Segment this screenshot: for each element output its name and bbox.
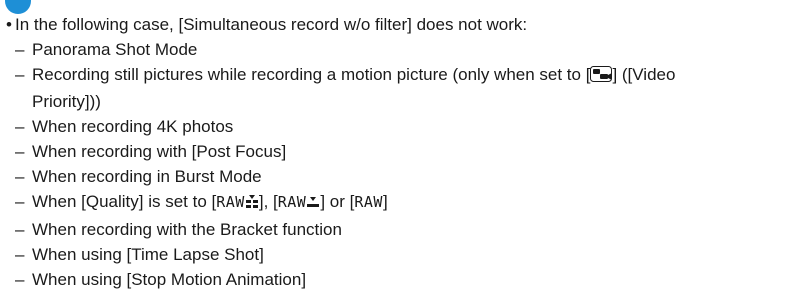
list-item: – When recording 4K photos bbox=[0, 114, 797, 139]
raw-fine-chip: RAW bbox=[216, 193, 259, 211]
list-item-text: When recording in Burst Mode bbox=[32, 167, 262, 186]
list-item-text: ], [ bbox=[258, 192, 278, 211]
note-lead: • In the following case, [Simultaneous re… bbox=[0, 12, 797, 37]
dash: – bbox=[15, 40, 25, 59]
list-item-text: ] bbox=[382, 192, 388, 211]
raw-fine-icon bbox=[245, 192, 259, 217]
raw-label: RAW bbox=[277, 193, 307, 211]
list-item: – Recording still pictures while recordi… bbox=[0, 62, 797, 114]
list-item-text: ] or [ bbox=[320, 192, 355, 211]
list-item: – Panorama Shot Mode bbox=[0, 37, 797, 62]
note-content: • In the following case, [Simultaneous re… bbox=[0, 12, 797, 292]
raw-standard-icon bbox=[306, 192, 320, 217]
lead-text: In the following case, [Simultaneous rec… bbox=[15, 15, 528, 34]
dash: – bbox=[15, 117, 25, 136]
dash: – bbox=[15, 65, 25, 84]
list-item-text: When recording with the Bracket function bbox=[32, 220, 342, 239]
dash: – bbox=[15, 142, 25, 161]
dash: – bbox=[15, 245, 25, 264]
list-item-text: When using [Stop Motion Animation] bbox=[32, 270, 307, 289]
list-item-text: When [Quality] is set to [ bbox=[32, 192, 217, 211]
video-priority-icon bbox=[590, 64, 613, 89]
list-item-text: When recording 4K photos bbox=[32, 117, 234, 136]
raw-standard-chip: RAW bbox=[278, 193, 321, 211]
list-item: – When using [Stop Motion Animation] bbox=[0, 267, 797, 292]
bullet: • bbox=[6, 15, 12, 34]
list-item-text: ] ([Video bbox=[612, 65, 676, 84]
raw-label: RAW bbox=[216, 193, 245, 211]
exception-list: – Panorama Shot Mode – Recording still p… bbox=[0, 37, 797, 292]
dash: – bbox=[15, 220, 25, 239]
dash: – bbox=[15, 270, 25, 289]
list-item-text: Priority])) bbox=[32, 92, 101, 111]
list-item: – When recording in Burst Mode bbox=[0, 164, 797, 189]
dash: – bbox=[15, 192, 25, 211]
list-item: – When recording with [Post Focus] bbox=[0, 139, 797, 164]
list-item: – When recording with the Bracket functi… bbox=[0, 217, 797, 242]
list-item: – When using [Time Lapse Shot] bbox=[0, 242, 797, 267]
dash: – bbox=[15, 167, 25, 186]
list-item-text: When using [Time Lapse Shot] bbox=[32, 245, 264, 264]
list-item: – When [Quality] is set to [RAW], [RAW] … bbox=[0, 189, 797, 217]
raw-chip: RAW bbox=[354, 193, 383, 211]
list-item-text: When recording with [Post Focus] bbox=[32, 142, 287, 161]
list-item-text: Recording still pictures while recording… bbox=[32, 65, 591, 84]
list-item-text: Panorama Shot Mode bbox=[32, 40, 198, 59]
